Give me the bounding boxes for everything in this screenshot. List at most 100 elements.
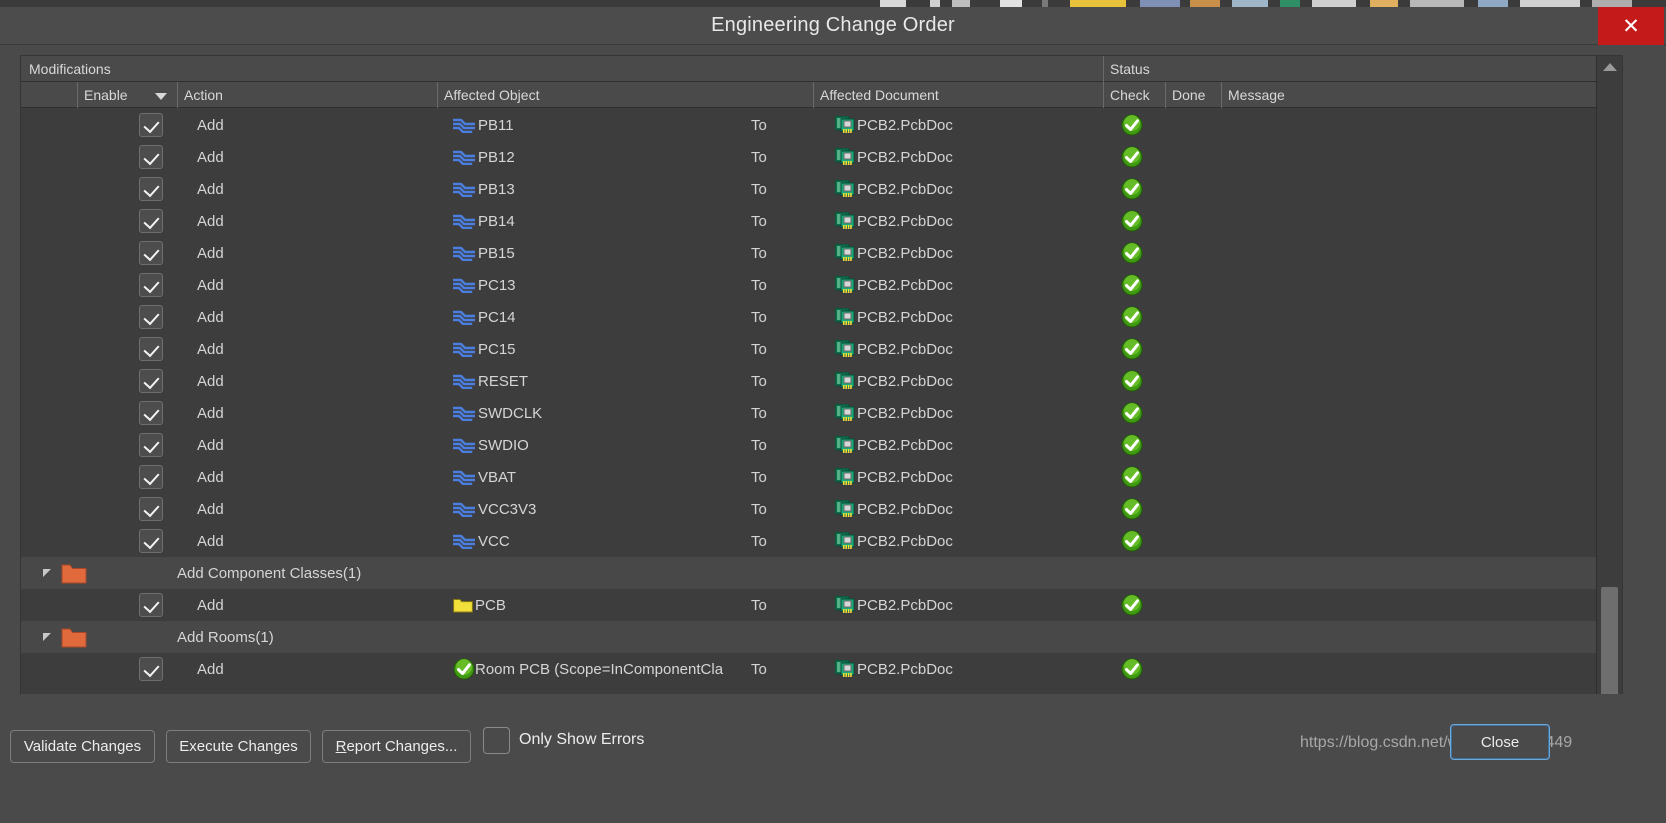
row-action-cell: Add xyxy=(197,244,224,262)
table-row[interactable]: Add Room PCB (Scope=InComponentCla To PCB2.… xyxy=(21,653,1596,685)
row-message-cell xyxy=(1221,365,1595,397)
green-check-icon xyxy=(453,658,475,680)
row-action-cell: Add xyxy=(197,340,224,358)
row-message-cell xyxy=(1221,109,1595,141)
chevron-down-icon[interactable] xyxy=(155,93,167,100)
scroll-up-arrow-icon[interactable] xyxy=(1597,56,1622,78)
row-enable-checkbox[interactable] xyxy=(139,493,169,525)
scrollbar-thumb[interactable] xyxy=(1601,587,1618,702)
row-affected-document-cell: PCB2.PcbDoc xyxy=(835,109,1103,141)
row-affected-object-cell: SWDIO xyxy=(453,429,789,461)
only-show-errors-checkbox[interactable] xyxy=(483,727,510,754)
row-to-label: To xyxy=(751,436,767,454)
row-affected-object-cell: Room PCB (Scope=InComponentCla xyxy=(453,653,789,685)
table-row[interactable]: Add PC13 To PCB2.PcbDoc xyxy=(21,269,1596,301)
row-done-cell xyxy=(1165,205,1221,237)
table-row[interactable]: Add SWDIO To PCB2.PcbDoc xyxy=(21,429,1596,461)
table-row[interactable]: Add VCC3V3 To PCB2.PcbDoc xyxy=(21,493,1596,525)
status-ok-icon xyxy=(1121,178,1143,200)
row-enable-checkbox[interactable] xyxy=(139,205,169,237)
row-check-status-icon xyxy=(1121,365,1151,397)
pcb-document-icon xyxy=(835,276,855,293)
pcb-document-icon xyxy=(835,340,855,357)
row-enable-checkbox[interactable] xyxy=(139,141,169,173)
row-message-cell xyxy=(1221,205,1595,237)
table-row[interactable]: Add PB12 To PCB2.PcbDoc xyxy=(21,141,1596,173)
row-to-label: To xyxy=(751,468,767,486)
table-row[interactable]: Add PC15 To PCB2.PcbDoc xyxy=(21,333,1596,365)
group-collapse-triangle-icon[interactable] xyxy=(43,557,59,589)
column-header-expand xyxy=(21,82,77,108)
column-header-message[interactable]: Message xyxy=(1221,82,1569,108)
table-group-row[interactable]: Add Component Classes(1) xyxy=(21,557,1596,589)
table-row[interactable]: Add RESET To PCB2.PcbDoc xyxy=(21,365,1596,397)
row-enable-checkbox[interactable] xyxy=(139,653,169,685)
report-changes-button[interactable]: Report Changes... xyxy=(322,730,471,763)
grid-band-header: Modifications Status xyxy=(21,56,1622,82)
status-ok-icon xyxy=(1121,594,1143,616)
row-enable-checkbox[interactable] xyxy=(139,269,169,301)
pcb-document-icon xyxy=(835,468,855,485)
row-check-status-icon xyxy=(1121,301,1151,333)
close-window-button[interactable]: ✕ xyxy=(1598,7,1664,45)
table-row[interactable]: Add PB13 To PCB2.PcbDoc xyxy=(21,173,1596,205)
close-button[interactable]: Close xyxy=(1450,724,1550,760)
row-action-cell: Add xyxy=(197,148,224,166)
table-row[interactable]: Add PB11 To PCB2.PcbDoc xyxy=(21,109,1596,141)
row-check-status-icon xyxy=(1121,141,1151,173)
row-message-cell xyxy=(1221,461,1595,493)
row-affected-object-cell: PC13 xyxy=(453,269,789,301)
row-affected-object-cell: PC15 xyxy=(453,333,789,365)
validate-changes-button[interactable]: Validate Changes xyxy=(10,730,155,763)
modifications-grid-panel: Modifications Status Enable Action Affec… xyxy=(20,55,1623,727)
column-header-affected-object[interactable]: Affected Object xyxy=(437,82,733,108)
row-to-label: To xyxy=(751,148,767,166)
table-row[interactable]: Add VCC To PCB2.PcbDoc xyxy=(21,525,1596,557)
row-enable-checkbox[interactable] xyxy=(139,525,169,557)
table-row[interactable]: Add PC14 To PCB2.PcbDoc xyxy=(21,301,1596,333)
row-to-label: To xyxy=(751,372,767,390)
net-icon xyxy=(453,278,475,293)
row-enable-checkbox[interactable] xyxy=(139,365,169,397)
row-affected-document-cell: PCB2.PcbDoc xyxy=(835,461,1103,493)
vertical-scrollbar[interactable] xyxy=(1596,56,1622,726)
column-header-enable[interactable]: Enable xyxy=(77,82,177,108)
report-changes-accesskey: R xyxy=(335,738,347,755)
column-header-action[interactable]: Action xyxy=(177,82,437,108)
row-done-cell xyxy=(1165,589,1221,621)
row-action-cell: Add xyxy=(197,116,224,134)
pcb-document-icon xyxy=(835,372,855,389)
row-action-cell: Add xyxy=(197,660,224,678)
row-enable-checkbox[interactable] xyxy=(139,173,169,205)
row-affected-document-cell: PCB2.PcbDoc xyxy=(835,141,1103,173)
row-enable-checkbox[interactable] xyxy=(139,589,169,621)
row-affected-document-cell: PCB2.PcbDoc xyxy=(835,397,1103,429)
row-done-cell xyxy=(1165,461,1221,493)
row-enable-checkbox[interactable] xyxy=(139,397,169,429)
row-enable-checkbox[interactable] xyxy=(139,333,169,365)
row-enable-checkbox[interactable] xyxy=(139,429,169,461)
row-message-cell xyxy=(1221,493,1595,525)
table-group-row[interactable]: Add Rooms(1) xyxy=(21,621,1596,653)
group-collapse-triangle-icon[interactable] xyxy=(43,621,59,653)
column-header-check[interactable]: Check xyxy=(1103,82,1165,108)
row-message-cell xyxy=(1221,301,1595,333)
table-row[interactable]: Add VBAT To PCB2.PcbDoc xyxy=(21,461,1596,493)
table-row[interactable]: Add PCB To PCB2.PcbDoc xyxy=(21,589,1596,621)
pcb-document-icon xyxy=(835,596,855,613)
table-row[interactable]: Add SWDCLK To PCB2.PcbDoc xyxy=(21,397,1596,429)
row-enable-checkbox[interactable] xyxy=(139,301,169,333)
row-enable-checkbox[interactable] xyxy=(139,237,169,269)
page-title: Engineering Change Order xyxy=(711,14,955,36)
row-enable-checkbox[interactable] xyxy=(139,461,169,493)
row-affected-object-cell: PB15 xyxy=(453,237,789,269)
column-header-done[interactable]: Done xyxy=(1165,82,1221,108)
row-affected-document-cell: PCB2.PcbDoc xyxy=(835,429,1103,461)
execute-changes-button[interactable]: Execute Changes xyxy=(166,730,311,763)
row-affected-document-cell: PCB2.PcbDoc xyxy=(835,493,1103,525)
column-header-affected-document[interactable]: Affected Document xyxy=(813,82,1103,108)
table-row[interactable]: Add PB15 To PCB2.PcbDoc xyxy=(21,237,1596,269)
row-affected-document-cell: PCB2.PcbDoc xyxy=(835,589,1103,621)
table-row[interactable]: Add PB14 To PCB2.PcbDoc xyxy=(21,205,1596,237)
row-enable-checkbox[interactable] xyxy=(139,109,169,141)
